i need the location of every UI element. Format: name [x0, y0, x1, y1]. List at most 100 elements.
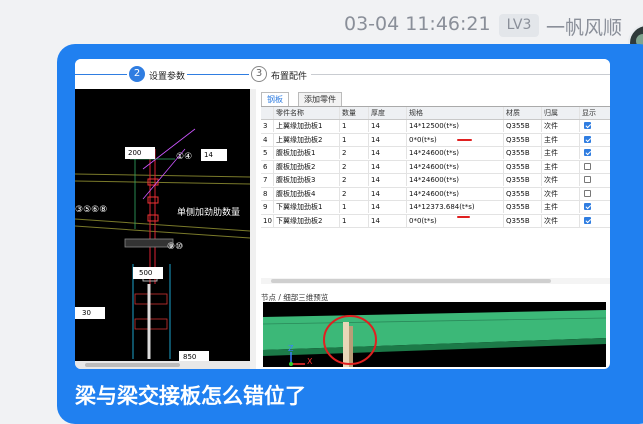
cell-name[interactable]: 上翼缘加劲板1	[274, 120, 340, 132]
show-checkbox[interactable]	[584, 162, 591, 170]
col-header-thickness[interactable]: 厚度	[369, 107, 407, 119]
cell-index[interactable]: 3	[261, 120, 274, 132]
cell-spec[interactable]: 14*12373.684(t*s)	[407, 201, 504, 213]
cell-index[interactable]: 10	[261, 214, 274, 227]
cell-thickness[interactable]: 14	[369, 160, 407, 173]
cell-name[interactable]: 上翼缘加劲板2	[274, 133, 340, 146]
cell-spec[interactable]: 14*24600(t*s)	[407, 160, 504, 173]
tab-steel-plate[interactable]: 钢板	[261, 92, 289, 106]
cell-qty[interactable]: 1	[340, 214, 369, 227]
col-header-belong[interactable]: 归属	[542, 107, 580, 119]
cell-index[interactable]: 4	[261, 133, 274, 146]
cell-material[interactable]: Q355B	[504, 201, 542, 213]
show-checkbox[interactable]	[584, 216, 591, 224]
cell-show	[580, 215, 610, 227]
cell-qty[interactable]: 2	[340, 174, 369, 186]
col-header-material[interactable]: 材质	[504, 107, 542, 119]
cell-name[interactable]: 下翼缘加劲板2	[274, 214, 340, 227]
cell-qty[interactable]: 2	[340, 147, 369, 159]
cell-material[interactable]: Q355B	[504, 133, 542, 146]
dim-label-30: 30	[82, 309, 91, 317]
level-badge: LV3	[499, 14, 539, 37]
tab-add-part[interactable]: 添加零件	[298, 92, 342, 106]
cell-thickness[interactable]: 14	[369, 120, 407, 132]
table-row[interactable]: 9 下翼缘加劲板1 1 14 14*12373.684(t*s) Q355B 主件	[261, 201, 610, 215]
show-checkbox[interactable]	[584, 203, 591, 210]
dim-label-850: 850	[183, 353, 197, 361]
cell-thickness[interactable]: 14	[369, 174, 407, 186]
col-header-show[interactable]: 显示	[580, 107, 610, 119]
username[interactable]: 一帆风顺	[546, 13, 622, 40]
table-row[interactable]: 5 腹板加劲板1 2 14 14*24600(t*s) Q355B 主件	[261, 147, 610, 161]
col-header-spec[interactable]: 规格	[407, 107, 504, 119]
cell-thickness[interactable]: 14	[369, 187, 407, 200]
cell-spec[interactable]: 0*0(t*s)	[407, 214, 504, 227]
cell-thickness[interactable]: 14	[369, 147, 407, 159]
col-header-qty[interactable]: 数量	[340, 107, 369, 119]
cell-index[interactable]: 6	[261, 160, 274, 173]
cell-material[interactable]: Q355B	[504, 174, 542, 186]
table-row[interactable]: 10 下翼缘加劲板2 1 14 0*0(t*s) Q355B 次件	[261, 214, 610, 228]
cell-spec[interactable]: 14*12500(t*s)	[407, 120, 504, 132]
grid-scrollbar[interactable]	[261, 278, 610, 284]
step-label-2[interactable]: 设置参数	[149, 69, 185, 82]
cell-thickness[interactable]: 14	[369, 133, 407, 146]
cell-belong[interactable]: 次件	[542, 214, 580, 227]
cell-belong[interactable]: 次件	[542, 174, 580, 186]
step-circle-3[interactable]: 3	[251, 66, 267, 82]
step-label-3[interactable]: 布置配件	[271, 69, 307, 82]
cell-index[interactable]: 7	[261, 174, 274, 186]
show-checkbox[interactable]	[584, 122, 591, 129]
cell-belong[interactable]: 主件	[542, 201, 580, 213]
step-circle-2[interactable]: 2	[129, 66, 145, 82]
show-checkbox[interactable]	[584, 149, 591, 156]
cell-material[interactable]: Q355B	[504, 187, 542, 200]
cell-material[interactable]: Q355B	[504, 160, 542, 173]
screenshot-image[interactable]: 2 设置参数 3 布置配件 200 ①④ 14 ③⑤⑥⑧ 单侧加劲肋数量 ⑨⑩ …	[75, 59, 610, 369]
cell-belong[interactable]: 次件	[542, 120, 580, 132]
cad-scrollbar[interactable]	[75, 361, 250, 369]
table-row[interactable]: 3 上翼缘加劲板1 1 14 14*12500(t*s) Q355B 次件	[261, 120, 610, 134]
table-row[interactable]: 6 腹板加劲板2 2 14 14*24600(t*s) Q355B 主件	[261, 160, 610, 174]
cell-thickness[interactable]: 14	[369, 201, 407, 213]
table-row[interactable]: 4 上翼缘加劲板2 1 14 0*0(t*s) Q355B 主件	[261, 133, 610, 147]
cell-qty[interactable]: 2	[340, 160, 369, 173]
cell-qty[interactable]: 1	[340, 120, 369, 132]
preview-3d-view[interactable]: Z X	[263, 302, 606, 367]
grid-header-row: 零件名称 数量 厚度 规格 材质 归属 显示	[261, 107, 610, 120]
cell-qty[interactable]: 1	[340, 201, 369, 213]
cell-thickness[interactable]: 14	[369, 214, 407, 227]
show-checkbox[interactable]	[584, 189, 591, 197]
show-checkbox[interactable]	[584, 176, 591, 183]
cell-name[interactable]: 腹板加劲板2	[274, 160, 340, 173]
panel-splitter[interactable]	[250, 89, 256, 369]
cell-spec[interactable]: 0*0(t*s)	[407, 133, 504, 146]
table-row[interactable]: 8 腹板加劲板4 2 14 14*24600(t*s) Q355B 次件	[261, 187, 610, 201]
cell-qty[interactable]: 2	[340, 187, 369, 200]
show-checkbox[interactable]	[584, 135, 591, 143]
cell-material[interactable]: Q355B	[504, 120, 542, 132]
cell-material[interactable]: Q355B	[504, 147, 542, 159]
col-header-name[interactable]: 零件名称	[274, 107, 340, 119]
cell-name[interactable]: 腹板加劲板4	[274, 187, 340, 200]
cell-belong[interactable]: 主件	[542, 147, 580, 159]
cell-index[interactable]: 8	[261, 187, 274, 200]
cell-show	[580, 134, 610, 146]
table-row[interactable]: 7 腹板加劲板3 2 14 14*24600(t*s) Q355B 次件	[261, 174, 610, 188]
cad-drawing-view[interactable]: 200 ①④ 14 ③⑤⑥⑧ 单侧加劲肋数量 ⑨⑩ 500 30 850	[75, 89, 250, 361]
cell-spec[interactable]: 14*24600(t*s)	[407, 187, 504, 200]
step-line	[187, 74, 249, 75]
cell-material[interactable]: Q355B	[504, 214, 542, 227]
annotation-red-mark	[457, 139, 472, 141]
cell-name[interactable]: 腹板加劲板1	[274, 147, 340, 159]
cell-belong[interactable]: 次件	[542, 187, 580, 200]
cell-name[interactable]: 下翼缘加劲板1	[274, 201, 340, 213]
cell-index[interactable]: 5	[261, 147, 274, 159]
cell-belong[interactable]: 主件	[542, 133, 580, 146]
cell-qty[interactable]: 1	[340, 133, 369, 146]
cell-spec[interactable]: 14*24600(t*s)	[407, 147, 504, 159]
cell-index[interactable]: 9	[261, 201, 274, 213]
cell-spec[interactable]: 14*24600(t*s)	[407, 174, 504, 186]
cell-belong[interactable]: 主件	[542, 160, 580, 173]
cell-name[interactable]: 腹板加劲板3	[274, 174, 340, 186]
